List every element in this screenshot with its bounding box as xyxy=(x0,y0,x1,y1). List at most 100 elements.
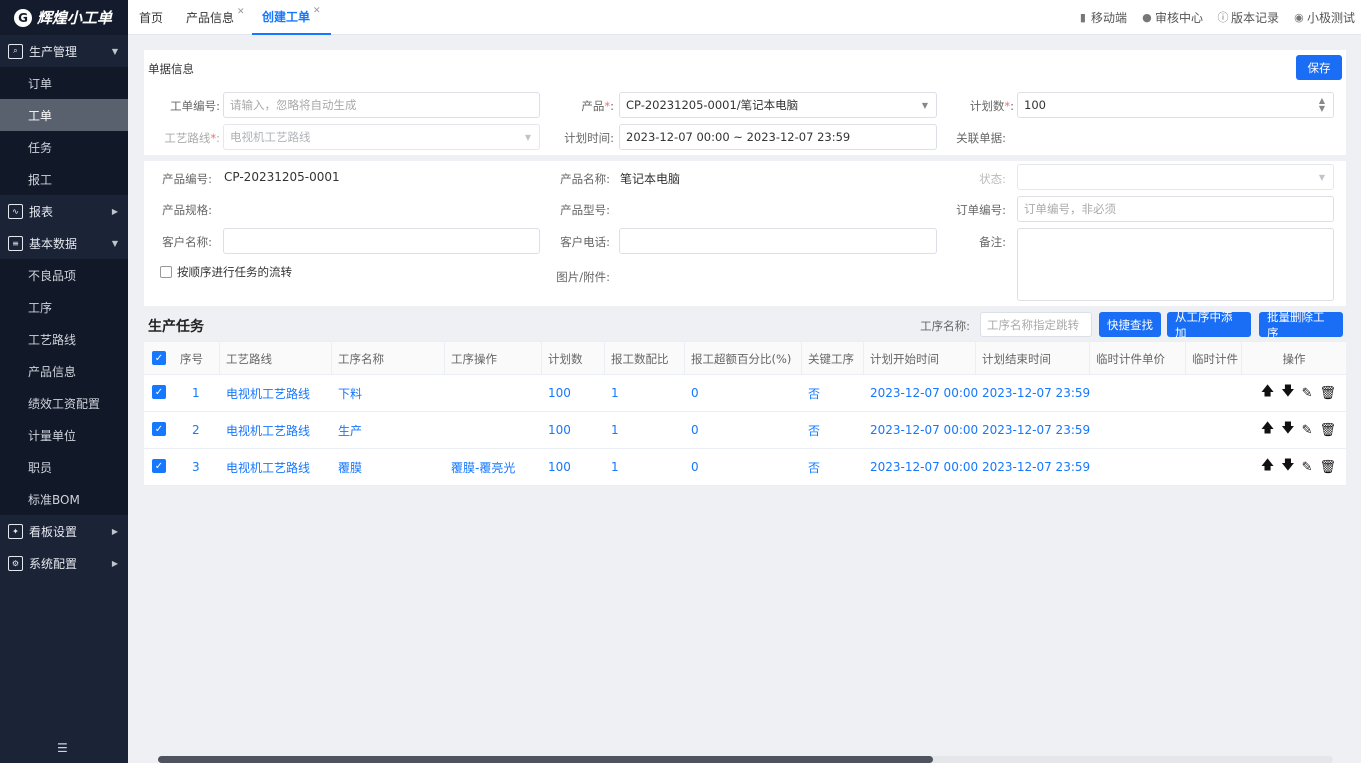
row-checkbox[interactable]: ✓ xyxy=(152,422,166,436)
cell-plan-qty[interactable]: 100 xyxy=(542,412,571,448)
sequential-flow-checkbox[interactable]: 按顺序进行任务的流转 xyxy=(160,264,292,280)
cell-ratio[interactable]: 1 xyxy=(605,412,619,448)
customer-name-input[interactable] xyxy=(223,228,540,254)
cell-route[interactable]: 电视机工艺路线 xyxy=(220,375,310,411)
table-row[interactable]: ✓ 2 电视机工艺路线 生产 100 1 0 否 2023-12-07 00:0… xyxy=(144,412,1346,449)
cell-start-time[interactable]: 2023-12-07 00:00 xyxy=(864,375,978,411)
plan-qty-input[interactable]: 100 ▲ ▼ xyxy=(1017,92,1334,118)
user-menu[interactable]: ◉ 小极测试 xyxy=(1293,9,1355,26)
row-checkbox[interactable]: ✓ xyxy=(152,459,166,473)
batch-delete-button[interactable]: 批量删除工序 xyxy=(1259,310,1343,340)
cell-process[interactable]: 覆膜 xyxy=(332,449,362,485)
move-up-icon[interactable]: 🡅 xyxy=(1261,456,1274,478)
order-no-input[interactable]: 请输入，忽略将自动生成 xyxy=(223,92,540,118)
move-down-icon[interactable]: 🡇 xyxy=(1281,456,1294,478)
sidebar-group-reports[interactable]: ∿ 报表 ▶ xyxy=(0,195,128,227)
sidebar-group-production[interactable]: ⌕ 生产管理 ▼ xyxy=(0,35,128,67)
menu-collapse-icon[interactable]: ☰ xyxy=(57,741,68,755)
tab-create-work-order[interactable]: 创建工单 ✕ xyxy=(252,0,331,35)
sidebar-item-report-work[interactable]: 报工 xyxy=(0,163,128,195)
sidebar-item-processes[interactable]: 工序 xyxy=(0,291,128,323)
sidebar-item-work-orders[interactable]: 工单 xyxy=(0,99,128,131)
move-down-icon[interactable]: 🡇 xyxy=(1281,419,1294,441)
sidebar-group-basic-data[interactable]: ≡ 基本数据 ▼ xyxy=(0,227,128,259)
cell-start-time[interactable]: 2023-12-07 00:00 xyxy=(864,412,978,448)
sidebar-item-units[interactable]: 计量单位 xyxy=(0,419,128,451)
delete-icon[interactable]: 🗑 xyxy=(1319,460,1336,475)
edit-icon[interactable]: ✎ xyxy=(1302,386,1313,401)
remark-textarea[interactable] xyxy=(1017,228,1334,301)
sidebar-group-label: 系统配置 xyxy=(29,556,78,571)
sidebar-group-system[interactable]: ⚙ 系统配置 ▶ xyxy=(0,547,128,579)
order-ref-input[interactable]: 订单编号，非必须 xyxy=(1017,196,1334,222)
chart-icon: ∿ xyxy=(8,203,23,219)
top-link-label: 移动端 xyxy=(1090,11,1127,25)
cell-over-percent[interactable]: 0 xyxy=(685,449,699,485)
sidebar-item-performance-pay[interactable]: 绩效工资配置 xyxy=(0,387,128,419)
cell-operation[interactable] xyxy=(445,375,451,411)
cell-key-process[interactable]: 否 xyxy=(802,412,820,448)
cell-end-time[interactable]: 2023-12-07 23:59 xyxy=(976,449,1090,485)
table-row[interactable]: ✓ 3 电视机工艺路线 覆膜 覆膜-覆亮光 100 1 0 否 2023-12-… xyxy=(144,449,1346,486)
horizontal-scrollbar[interactable] xyxy=(158,756,1333,763)
quick-find-button[interactable]: 快捷查找 xyxy=(1099,312,1161,337)
product-code-value: CP-20231205-0001 xyxy=(224,170,340,184)
close-icon[interactable]: ✕ xyxy=(313,6,321,16)
route-select[interactable]: 电视机工艺路线 ▼ xyxy=(223,124,540,150)
cell-key-process[interactable]: 否 xyxy=(802,449,820,485)
sidebar-group-label: 基本数据 xyxy=(29,236,78,251)
select-all-checkbox[interactable]: ✓ xyxy=(152,351,166,365)
sidebar-item-staff[interactable]: 职员 xyxy=(0,451,128,483)
cell-end-time[interactable]: 2023-12-07 23:59 xyxy=(976,375,1090,411)
status-select[interactable]: ▼ xyxy=(1017,164,1334,190)
cell-ratio[interactable]: 1 xyxy=(605,449,619,485)
version-log-link[interactable]: ⓘ 版本记录 xyxy=(1217,9,1279,26)
cell-over-percent[interactable]: 0 xyxy=(685,412,699,448)
close-icon[interactable]: ✕ xyxy=(237,7,245,17)
cell-process[interactable]: 下料 xyxy=(332,375,362,411)
cell-route[interactable]: 电视机工艺路线 xyxy=(220,412,310,448)
edit-icon[interactable]: ✎ xyxy=(1302,423,1313,438)
sidebar-item-bom[interactable]: 标准BOM xyxy=(0,483,128,515)
cell-plan-qty[interactable]: 100 xyxy=(542,449,571,485)
move-up-icon[interactable]: 🡅 xyxy=(1261,382,1274,404)
cell-start-time[interactable]: 2023-12-07 00:00 xyxy=(864,449,978,485)
sidebar-group-dashboard[interactable]: ✦ 看板设置 ▶ xyxy=(0,515,128,547)
delete-icon[interactable]: 🗑 xyxy=(1319,423,1336,438)
col-start-time: 计划开始时间 xyxy=(864,342,976,375)
mobile-link[interactable]: ▮ 移动端 xyxy=(1077,9,1127,26)
move-up-icon[interactable]: 🡅 xyxy=(1261,419,1274,441)
cell-plan-qty[interactable]: 100 xyxy=(542,375,571,411)
tab-product-info[interactable]: 产品信息 ✕ xyxy=(186,0,245,35)
product-select[interactable]: CP-20231205-0001/笔记本电脑 ▼ xyxy=(619,92,937,118)
table-row[interactable]: ✓ 1 电视机工艺路线 下料 100 1 0 否 2023-12-07 00:0… xyxy=(144,375,1346,412)
cell-operation[interactable]: 覆膜-覆亮光 xyxy=(445,449,515,485)
sidebar-item-tasks[interactable]: 任务 xyxy=(0,131,128,163)
sidebar-item-defects[interactable]: 不良品项 xyxy=(0,259,128,291)
plan-time-range[interactable]: 2023-12-07 00:00 ~ 2023-12-07 23:59 xyxy=(619,124,937,150)
move-down-icon[interactable]: 🡇 xyxy=(1281,382,1294,404)
review-center-link[interactable]: ● 审核中心 xyxy=(1141,9,1203,26)
sidebar-item-orders[interactable]: 订单 xyxy=(0,67,128,99)
cell-ratio[interactable]: 1 xyxy=(605,375,619,411)
cell-end-time[interactable]: 2023-12-07 23:59 xyxy=(976,412,1090,448)
tab-home[interactable]: 首页 xyxy=(139,0,163,35)
row-checkbox[interactable]: ✓ xyxy=(152,385,166,399)
sidebar-item-routes[interactable]: 工艺路线 xyxy=(0,323,128,355)
stepper-icon[interactable]: ▲ ▼ xyxy=(1319,97,1325,113)
cell-operation[interactable] xyxy=(445,412,451,448)
sidebar-item-product-info[interactable]: 产品信息 xyxy=(0,355,128,387)
scrollbar-thumb[interactable] xyxy=(158,756,933,763)
info-icon: ⓘ xyxy=(1217,10,1229,24)
process-name-input[interactable]: 工序名称指定跳转 xyxy=(980,312,1092,337)
cell-key-process[interactable]: 否 xyxy=(802,375,820,411)
app-logo[interactable]: G 辉煌小工单 xyxy=(0,0,128,35)
cell-over-percent[interactable]: 0 xyxy=(685,375,699,411)
save-button[interactable]: 保存 xyxy=(1296,55,1342,80)
add-from-process-button[interactable]: 从工序中添加 xyxy=(1167,310,1251,340)
cell-process[interactable]: 生产 xyxy=(332,412,362,448)
delete-icon[interactable]: 🗑 xyxy=(1319,386,1336,401)
edit-icon[interactable]: ✎ xyxy=(1302,460,1313,475)
customer-phone-input[interactable] xyxy=(619,228,937,254)
cell-route[interactable]: 电视机工艺路线 xyxy=(220,449,310,485)
